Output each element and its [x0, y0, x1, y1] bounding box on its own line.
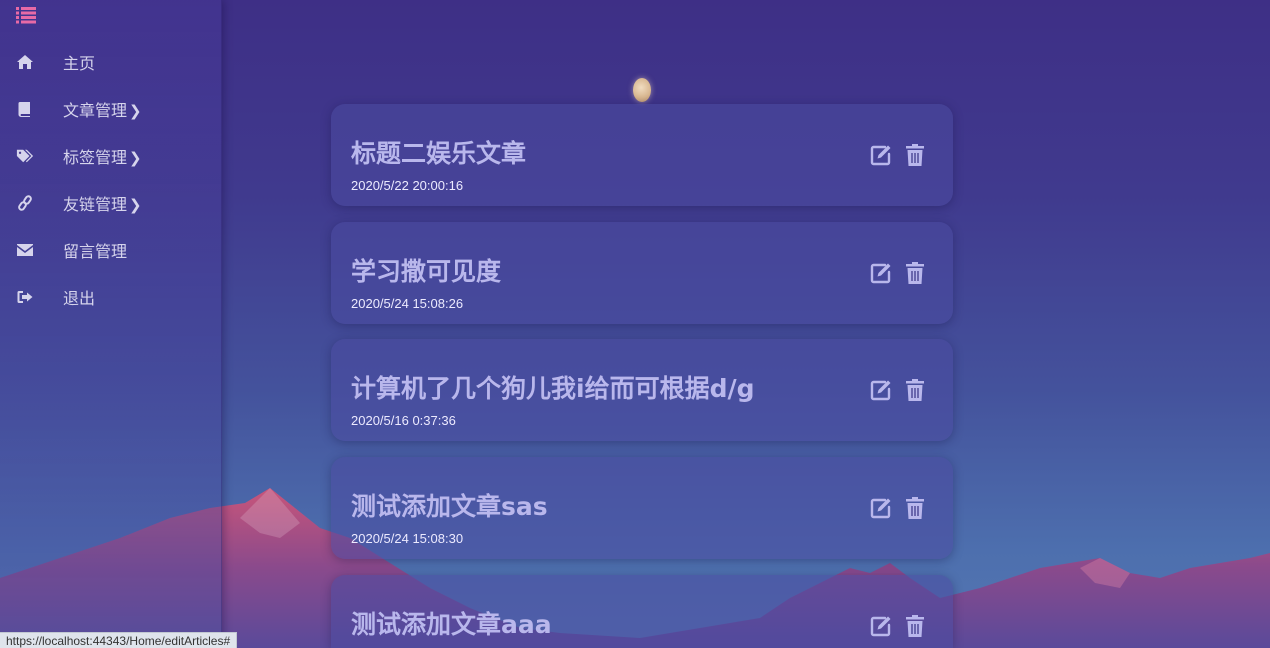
- sidebar-item-label: 文章管理: [63, 101, 128, 120]
- sidebar-item-tags[interactable]: 标签管理 ❯: [0, 141, 222, 171]
- article-card: 标题二娱乐文章 2020/5/22 20:00:16: [331, 104, 953, 206]
- article-date: 2020/5/16 0:37:36: [351, 413, 456, 428]
- article-title: 测试添加文章aaa: [351, 610, 552, 639]
- caret-right-icon: ❯: [129, 102, 142, 120]
- sidebar-item-articles[interactable]: 文章管理 ❯: [0, 94, 222, 124]
- trash-icon[interactable]: [903, 495, 927, 521]
- sidebar-item-label: 退出: [63, 289, 96, 308]
- trash-icon[interactable]: [903, 260, 927, 286]
- article-title: 测试添加文章sas: [351, 492, 548, 521]
- sidebar-item-label: 主页: [63, 54, 96, 73]
- tags-icon: [16, 147, 34, 165]
- edit-icon[interactable]: [869, 495, 893, 521]
- book-icon: [16, 100, 34, 118]
- trash-icon[interactable]: [903, 142, 927, 168]
- edit-icon[interactable]: [869, 142, 893, 168]
- trash-icon[interactable]: [903, 613, 927, 639]
- sidebar-item-links[interactable]: 友链管理 ❯: [0, 188, 222, 218]
- moon-image: [633, 78, 651, 102]
- sidebar-item-messages[interactable]: 留言管理: [0, 235, 222, 265]
- trash-icon[interactable]: [903, 377, 927, 403]
- sidebar-item-logout[interactable]: 退出: [0, 282, 222, 312]
- sign-out-icon: [16, 288, 34, 306]
- status-bar-url: https://localhost:44343/Home/editArticle…: [0, 632, 238, 648]
- edit-icon[interactable]: [869, 260, 893, 286]
- sidebar-item-home[interactable]: 主页: [0, 47, 222, 77]
- article-date: 2020/5/24 15:08:26: [351, 296, 464, 311]
- sidebar-item-label: 留言管理: [63, 242, 128, 261]
- home-icon: [16, 53, 34, 71]
- article-date: 2020/5/24 15:08:30: [351, 531, 464, 546]
- article-title: 计算机了几个狗儿我i给而可根据d/g: [351, 374, 755, 403]
- edit-icon[interactable]: [869, 613, 893, 639]
- edit-icon[interactable]: [869, 377, 893, 403]
- article-date: 2020/5/22 20:00:16: [351, 178, 464, 193]
- article-title: 标题二娱乐文章: [351, 139, 527, 168]
- list-icon[interactable]: [16, 6, 36, 24]
- article-card: 测试添加文章sas 2020/5/24 15:08:30: [331, 457, 953, 559]
- caret-right-icon: ❯: [129, 149, 142, 167]
- envelope-icon: [16, 241, 34, 259]
- caret-right-icon: ❯: [129, 196, 142, 214]
- sidebar-item-label: 标签管理: [63, 148, 128, 167]
- sidebar-item-label: 友链管理: [63, 195, 128, 214]
- article-card: 计算机了几个狗儿我i给而可根据d/g 2020/5/16 0:37:36: [331, 339, 953, 441]
- article-card: 学习撒可见度 2020/5/24 15:08:26: [331, 222, 953, 324]
- article-card: 测试添加文章aaa: [331, 575, 953, 648]
- article-title: 学习撒可见度: [351, 257, 502, 286]
- link-icon: [16, 194, 34, 212]
- sidebar: 主页 文章管理 ❯ 标签管理 ❯ 友链管理 ❯ 留言管理 退出: [0, 0, 222, 648]
